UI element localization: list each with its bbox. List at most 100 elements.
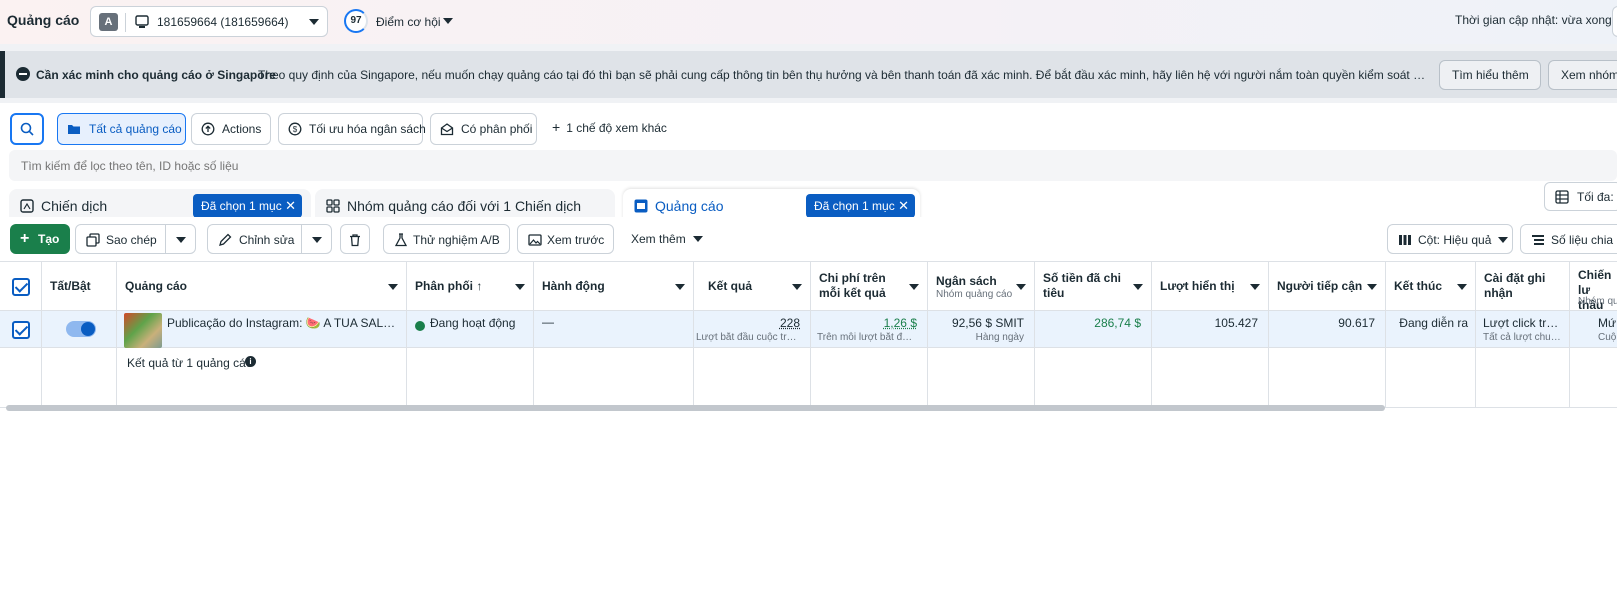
delete-button[interactable] — [340, 224, 370, 254]
header-actions[interactable]: Hành động — [534, 261, 694, 311]
header-reach[interactable]: Người tiếp cận — [1269, 261, 1386, 311]
actions-toolbar: + Tạo Sao chép Chỉnh sửa Thử nghiệm A/B X… — [0, 217, 1617, 261]
close-icon[interactable]: ✕ — [898, 194, 909, 218]
account-selector[interactable]: A 181659664 (181659664) — [90, 6, 328, 37]
chevron-down-icon[interactable] — [1250, 284, 1260, 290]
summary-delivery — [407, 348, 534, 408]
ad-name[interactable]: Publicação do Instagram: 🍉 A TUA SALADA — [167, 316, 397, 330]
header-delivery[interactable]: Phân phối ↑ — [407, 261, 534, 311]
table-row-select — [0, 311, 42, 348]
tab-ad-sets-label: Nhóm quảng cáo đối với 1 Chiến dịch — [347, 198, 582, 214]
max-columns-button[interactable]: Tối đa: 9 — [1544, 182, 1617, 211]
chevron-down-icon[interactable] — [1133, 284, 1143, 290]
selected-chip[interactable]: Đã chọn 1 mục ✕ — [193, 194, 302, 218]
header-amount-spent[interactable]: Số tiền đã chi tiêu — [1035, 261, 1152, 311]
results-value[interactable]: 228 — [780, 316, 800, 330]
create-button[interactable]: + Tạo — [10, 224, 70, 254]
filter-bar[interactable] — [9, 150, 1617, 181]
ad-toggle[interactable] — [66, 321, 96, 337]
budget-optimization-button[interactable]: $ Tối ưu hóa ngân sách — [278, 113, 426, 145]
horizontal-scrollbar[interactable] — [6, 405, 1385, 411]
summary-attribution — [1476, 348, 1570, 408]
columns-label: Cột: Hiệu quả — [1418, 233, 1492, 247]
header-select-all — [0, 261, 42, 311]
breakdown-label: Số liệu chia n — [1551, 233, 1617, 247]
budget-value[interactable]: 92,56 $ SMIT — [952, 316, 1024, 330]
header-impressions-label: Lượt hiển thị — [1160, 279, 1235, 293]
header-attribution[interactable]: Cài đặt ghi nhận — [1476, 261, 1570, 311]
close-icon[interactable]: ✕ — [285, 194, 296, 218]
header-delivery-label: Phân phối ↑ — [415, 279, 483, 293]
cost-value[interactable]: 1,26 $ — [884, 316, 917, 330]
chevron-down-icon[interactable] — [792, 284, 802, 290]
info-icon[interactable]: i — [245, 356, 256, 367]
has-delivery-button[interactable]: Có phân phối — [430, 113, 537, 145]
header-cost-per-result[interactable]: Chi phí trên mỗi kết quả — [811, 261, 928, 311]
filter-search-input[interactable] — [21, 159, 721, 173]
chevron-down-icon — [309, 19, 319, 25]
chevron-down-icon[interactable] — [1457, 284, 1467, 290]
account-label: 181659664 (181659664) — [157, 15, 289, 29]
ab-test-button[interactable]: Thử nghiệm A/B — [383, 224, 510, 254]
header-ends[interactable]: Kết thúc — [1386, 261, 1476, 311]
selected-chip[interactable]: Đã chọn 1 mục ✕ — [806, 194, 915, 218]
table-row-actions: — — [534, 311, 694, 348]
header-impressions[interactable]: Lượt hiển thị — [1152, 261, 1269, 311]
header-ends-label: Kết thúc — [1394, 279, 1442, 293]
chevron-down-icon[interactable] — [312, 237, 322, 243]
results-sub: Lượt bắt đầu cuộc trò chuyện — [696, 332, 800, 343]
chevron-down-icon[interactable] — [388, 284, 398, 290]
account-icon — [135, 15, 149, 28]
view-group-button[interactable]: Xem nhóm c — [1548, 60, 1617, 90]
table-row-attribution: Lượt click trong 7 ngày Tất cả lượt chuy… — [1476, 311, 1570, 348]
topbar-button-edge[interactable] — [1612, 6, 1617, 37]
opportunity-score-label[interactable]: Điểm cơ hội — [376, 15, 441, 29]
columns-button[interactable]: Cột: Hiệu quả — [1387, 224, 1513, 254]
table-row-ad[interactable]: Publicação do Instagram: 🍉 A TUA SALADA — [117, 311, 407, 348]
chevron-down-icon[interactable] — [909, 284, 919, 290]
summary-ends — [1386, 348, 1476, 408]
header-actions-label: Hành động — [542, 279, 605, 293]
breakdown-button[interactable]: Số liệu chia n — [1520, 224, 1617, 254]
chevron-down-icon — [1498, 237, 1508, 243]
header-ad[interactable]: Quảng cáo — [117, 261, 407, 311]
ends-value: Đang diễn ra — [1399, 316, 1468, 330]
budget-sub: Hàng ngày — [975, 332, 1024, 343]
chevron-down-icon[interactable] — [176, 237, 186, 243]
chevron-down-icon[interactable] — [443, 18, 453, 24]
header-bid-strategy[interactable]: Chiến lư thầu Nhóm qu — [1570, 261, 1617, 312]
summary-impressions — [1152, 348, 1269, 408]
search-button[interactable] — [10, 113, 44, 145]
summary-spent — [1035, 348, 1152, 408]
summary-budget — [928, 348, 1035, 408]
all-ads-button[interactable]: Tất cả quảng cáo — [57, 113, 186, 145]
tab-ads-label: Quảng cáo — [655, 198, 724, 214]
header-toggle-label: Tất/Bật — [50, 279, 91, 293]
row-checkbox[interactable] — [12, 321, 30, 339]
edit-button[interactable]: Chỉnh sửa — [207, 224, 332, 254]
table-icon — [1555, 190, 1569, 204]
see-more-button[interactable]: Xem thêm — [631, 232, 703, 246]
opportunity-score-badge[interactable]: 97 — [344, 9, 368, 33]
image-icon — [528, 234, 542, 246]
header-results[interactable]: Kết quả — [694, 261, 811, 311]
ads-manager-panel: Tất cả quảng cáo Actions $ Tối ưu hóa ng… — [0, 103, 1617, 608]
flask-icon — [394, 233, 408, 247]
table-row-spent: 286,74 $ — [1035, 311, 1152, 348]
actions-label: Actions — [222, 122, 262, 136]
learn-more-button[interactable]: Tìm hiểu thêm — [1439, 60, 1541, 90]
budget-optimization-label: Tối ưu hóa ngân sách — [309, 122, 426, 136]
preview-button[interactable]: Xem trước — [517, 224, 614, 254]
actions-button[interactable]: Actions — [191, 113, 271, 145]
select-all-checkbox[interactable] — [12, 278, 30, 296]
chevron-down-icon[interactable] — [1367, 284, 1377, 290]
chevron-down-icon[interactable] — [1016, 284, 1026, 290]
header-budget[interactable]: Ngân sách Nhóm quảng cáo — [928, 261, 1035, 311]
chevron-down-icon[interactable] — [675, 284, 685, 290]
delivery-status: Đang hoạt động — [430, 316, 516, 330]
bid-value: Mứ — [1598, 316, 1617, 330]
copy-button[interactable]: Sao chép — [75, 224, 196, 254]
chevron-down-icon[interactable] — [515, 284, 525, 290]
summary-ad: Kết quả từ 1 quảng cáo i — [117, 348, 407, 408]
more-views-button[interactable]: +1 chế độ xem khác — [552, 119, 667, 135]
